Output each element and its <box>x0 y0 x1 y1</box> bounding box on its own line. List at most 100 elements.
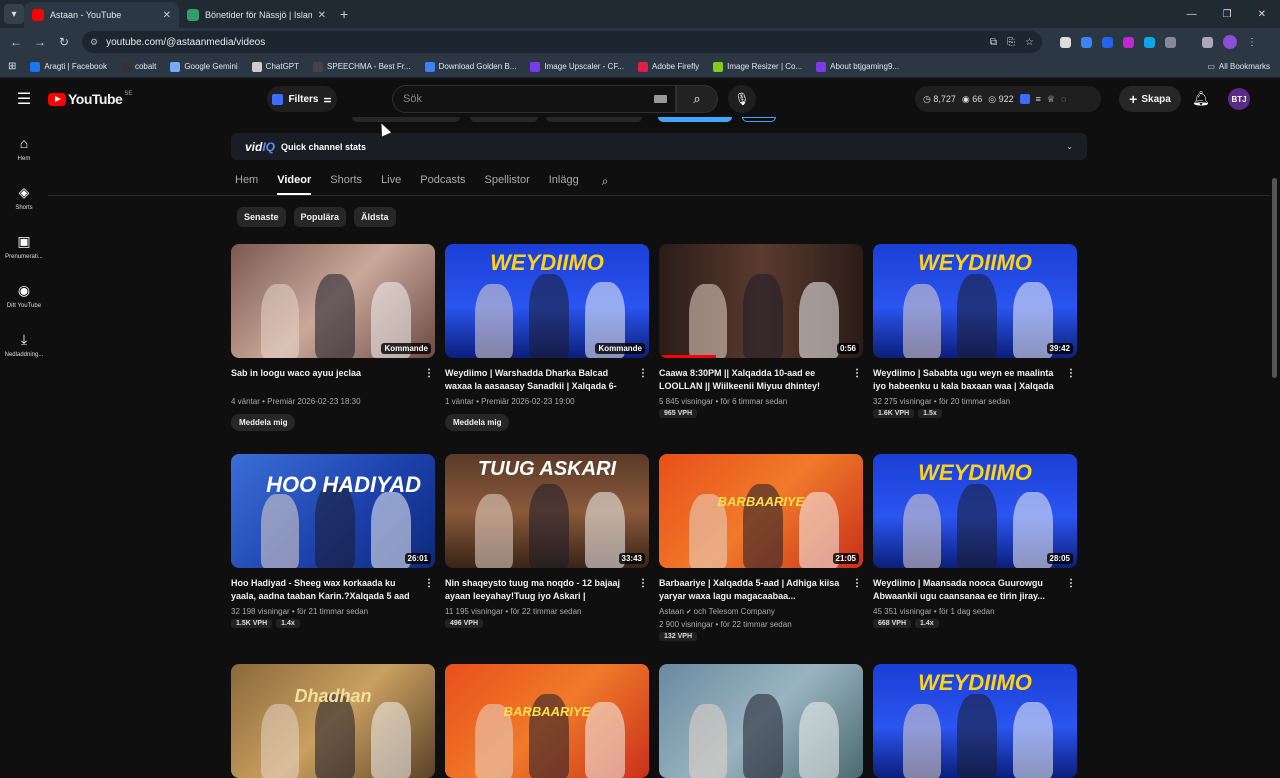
bookmark-item[interactable]: SPEECHMA - Best Fr... <box>313 61 411 72</box>
guide-item-prenumerati[interactable]: ▣ Prenumerati... <box>0 222 48 271</box>
menu-kebab-icon[interactable]: ⋮ <box>1247 37 1257 48</box>
puzzle-icon[interactable] <box>1165 36 1176 48</box>
more-actions-icon[interactable]: ⋮ <box>851 367 863 380</box>
browser-tab-islam[interactable]: Bönetider för Nässjö | Islam.nu ✕ <box>179 2 334 28</box>
video-thumbnail[interactable]: Kommande <box>231 244 435 358</box>
minimize-icon[interactable]: — <box>1187 9 1197 20</box>
chat-icon[interactable]: ◌ <box>1061 94 1066 104</box>
more-actions-icon[interactable]: ⋮ <box>423 367 435 380</box>
guide-item-shorts[interactable]: ◈ Shorts <box>0 173 48 222</box>
channel-search-icon[interactable]: ⌕ <box>602 174 609 189</box>
youtube-logo[interactable]: YouTube SE <box>48 91 132 107</box>
close-tab-icon[interactable]: ✕ <box>318 10 326 21</box>
sort-chip[interactable]: Äldsta <box>354 207 396 227</box>
vidiq-quick-stats-bar[interactable]: vidIQ Quick channel stats ⌄ <box>231 133 1087 160</box>
video-thumbnail[interactable]: 0:56 <box>659 244 863 358</box>
video-thumbnail[interactable]: HOO HADIYAD 26:01 <box>231 454 435 568</box>
scrollbar-thumb[interactable] <box>1272 178 1277 378</box>
video-thumbnail[interactable]: WEYDIIMO 28:05 <box>873 454 1077 568</box>
voice-search-button[interactable]: 🎙︎ <box>728 85 756 113</box>
more-actions-icon[interactable]: ⋮ <box>637 577 649 590</box>
sort-chip[interactable]: Populära <box>293 207 347 227</box>
maximize-icon[interactable]: ❐ <box>1223 9 1232 20</box>
video-card[interactable]: 0:56 Caawa 8:30PM || Xalqadda 10-aad ee L… <box>659 244 863 418</box>
all-bookmarks-button[interactable]: ▭ All Bookmarks <box>1207 62 1270 71</box>
bookmark-item[interactable]: Download Golden B... <box>424 61 516 72</box>
new-tab-icon[interactable]: + <box>340 6 348 22</box>
tab-shorts[interactable]: Shorts <box>330 168 362 195</box>
translate-icon[interactable]: ⧉ <box>990 37 997 48</box>
video-thumbnail[interactable]: WEYDIIMO <box>873 664 1077 778</box>
close-window-icon[interactable]: ✕ <box>1258 9 1266 20</box>
video-card[interactable]: WEYDIIMO Kommande Weydiimo | Warshadda Dha… <box>445 244 649 431</box>
extension-icon[interactable] <box>1144 36 1155 48</box>
apps-icon[interactable]: ⊞ <box>8 61 16 72</box>
extension-icon[interactable] <box>1102 36 1113 48</box>
video-card[interactable]: TUUG ASKARI 33:43 Nin shaqeysto tuug ma no… <box>445 454 649 628</box>
video-title[interactable]: Barbaariye | Xalqadda 5-aad | Adhiga kii… <box>659 577 863 603</box>
browser-tab-youtube[interactable]: Astaan - YouTube ✕ <box>24 2 179 28</box>
address-bar[interactable]: ⚙ youtube.com/@astaanmedia/videos ⧉ ⎘ ☆ <box>82 31 1042 53</box>
video-card[interactable]: BARBAARIYE 21:05 Barbaariye | Xalqadda 5-a… <box>659 454 863 641</box>
reload-icon[interactable]: ↻ <box>52 35 76 49</box>
video-card[interactable]: Dhadhan <box>231 664 435 778</box>
forward-icon[interactable]: → <box>28 35 52 49</box>
tab-podcasts[interactable]: Podcasts <box>420 168 465 195</box>
video-card[interactable]: BARBAARIYE <box>445 664 649 778</box>
tab-spellistor[interactable]: Spellistor <box>485 168 530 195</box>
trophy-icon[interactable]: ♕ <box>1047 94 1055 105</box>
more-actions-icon[interactable]: ⋮ <box>1065 577 1077 590</box>
video-thumbnail[interactable]: WEYDIIMO Kommande <box>445 244 649 358</box>
vidiq-square-icon[interactable] <box>1019 94 1030 104</box>
bookmark-star-icon[interactable]: ☆ <box>1025 37 1034 48</box>
video-thumbnail[interactable]: BARBAARIYE <box>445 664 649 778</box>
scrollbar-track[interactable] <box>1270 80 1280 720</box>
profile-icon[interactable] <box>1223 35 1237 49</box>
back-icon[interactable]: ← <box>4 35 28 49</box>
notify-me-button[interactable]: Meddela mig <box>445 414 510 431</box>
extension-icon[interactable] <box>1081 36 1092 48</box>
bookmark-item[interactable]: Image Upscaler - CF... <box>530 61 624 72</box>
keyboard-icon[interactable] <box>654 95 667 103</box>
hamburger-menu-icon[interactable]: ☰ <box>0 89 48 109</box>
vidiq-stats-pill[interactable]: ◷ 8,727 ◉ 66 ◎ 922 ≡ ♕ ◌ <box>915 86 1101 112</box>
bookmark-item[interactable]: Aragti | Facebook <box>30 61 107 72</box>
list-icon[interactable]: ≡ <box>1036 94 1041 104</box>
tab-search-button[interactable]: ▾ <box>4 4 24 24</box>
bookmark-item[interactable]: About btjgaming9... <box>816 61 899 72</box>
close-tab-icon[interactable]: ✕ <box>163 10 171 21</box>
bookmark-item[interactable]: Google Gemini <box>170 61 238 72</box>
video-card[interactable]: WEYDIIMO <box>873 664 1077 778</box>
video-title[interactable]: Hoo Hadiyad - Sheeg wax korkaada ku yaal… <box>231 577 435 603</box>
avatar[interactable]: BTJ <box>1228 88 1250 110</box>
guide-item-hem[interactable]: ⌂ Hem <box>0 124 48 173</box>
video-card[interactable]: WEYDIIMO 39:42 Weydiimo | Sababta ugu weyn… <box>873 244 1077 418</box>
vidiq-filters-button[interactable]: Filters ⚌ <box>267 86 337 112</box>
notify-me-button[interactable]: Meddela mig <box>231 414 296 431</box>
video-title[interactable]: Weydiimo | Sababta ugu weyn ee maalinta … <box>873 367 1077 393</box>
video-thumbnail[interactable] <box>659 664 863 778</box>
install-app-icon[interactable]: ⎘ <box>1007 37 1015 48</box>
bookmark-item[interactable]: Image Resizer | Co... <box>713 61 802 72</box>
more-actions-icon[interactable]: ⋮ <box>637 367 649 380</box>
video-thumbnail[interactable]: TUUG ASKARI 33:43 <box>445 454 649 568</box>
video-title[interactable]: Weydiimo | Warshadda Dharka Balcad waxaa… <box>445 367 649 393</box>
more-actions-icon[interactable]: ⋮ <box>1065 367 1077 380</box>
site-info-icon[interactable]: ⚙ <box>90 37 98 48</box>
video-card[interactable]: HOO HADIYAD 26:01 Hoo Hadiyad - Sheeg wax … <box>231 454 435 628</box>
extension-icon[interactable] <box>1060 36 1071 48</box>
guide-item-nedladdning[interactable]: ⤓ Nedladdning... <box>0 320 48 369</box>
video-thumbnail[interactable]: Dhadhan <box>231 664 435 778</box>
tab-hem[interactable]: Hem <box>235 168 258 195</box>
video-card[interactable]: WEYDIIMO 28:05 Weydiimo | Maansada nooca G… <box>873 454 1077 628</box>
notifications-bell-icon[interactable]: 🔔︎ <box>1192 90 1210 107</box>
bookmark-item[interactable]: cobalt <box>120 61 156 72</box>
bookmark-item[interactable]: ChatGPT <box>251 61 299 72</box>
guide-item-ditt-youtube[interactable]: ◉ Ditt YouTube <box>0 271 48 320</box>
tab-videor[interactable]: Videor <box>277 168 312 195</box>
bookmark-item[interactable]: Adobe Firefly <box>638 61 699 72</box>
extension-icon[interactable] <box>1123 36 1134 48</box>
collab-name[interactable]: och Telesom Company <box>694 607 775 616</box>
video-thumbnail[interactable]: BARBAARIYE 21:05 <box>659 454 863 568</box>
search-button[interactable]: ⌕ <box>676 85 718 113</box>
